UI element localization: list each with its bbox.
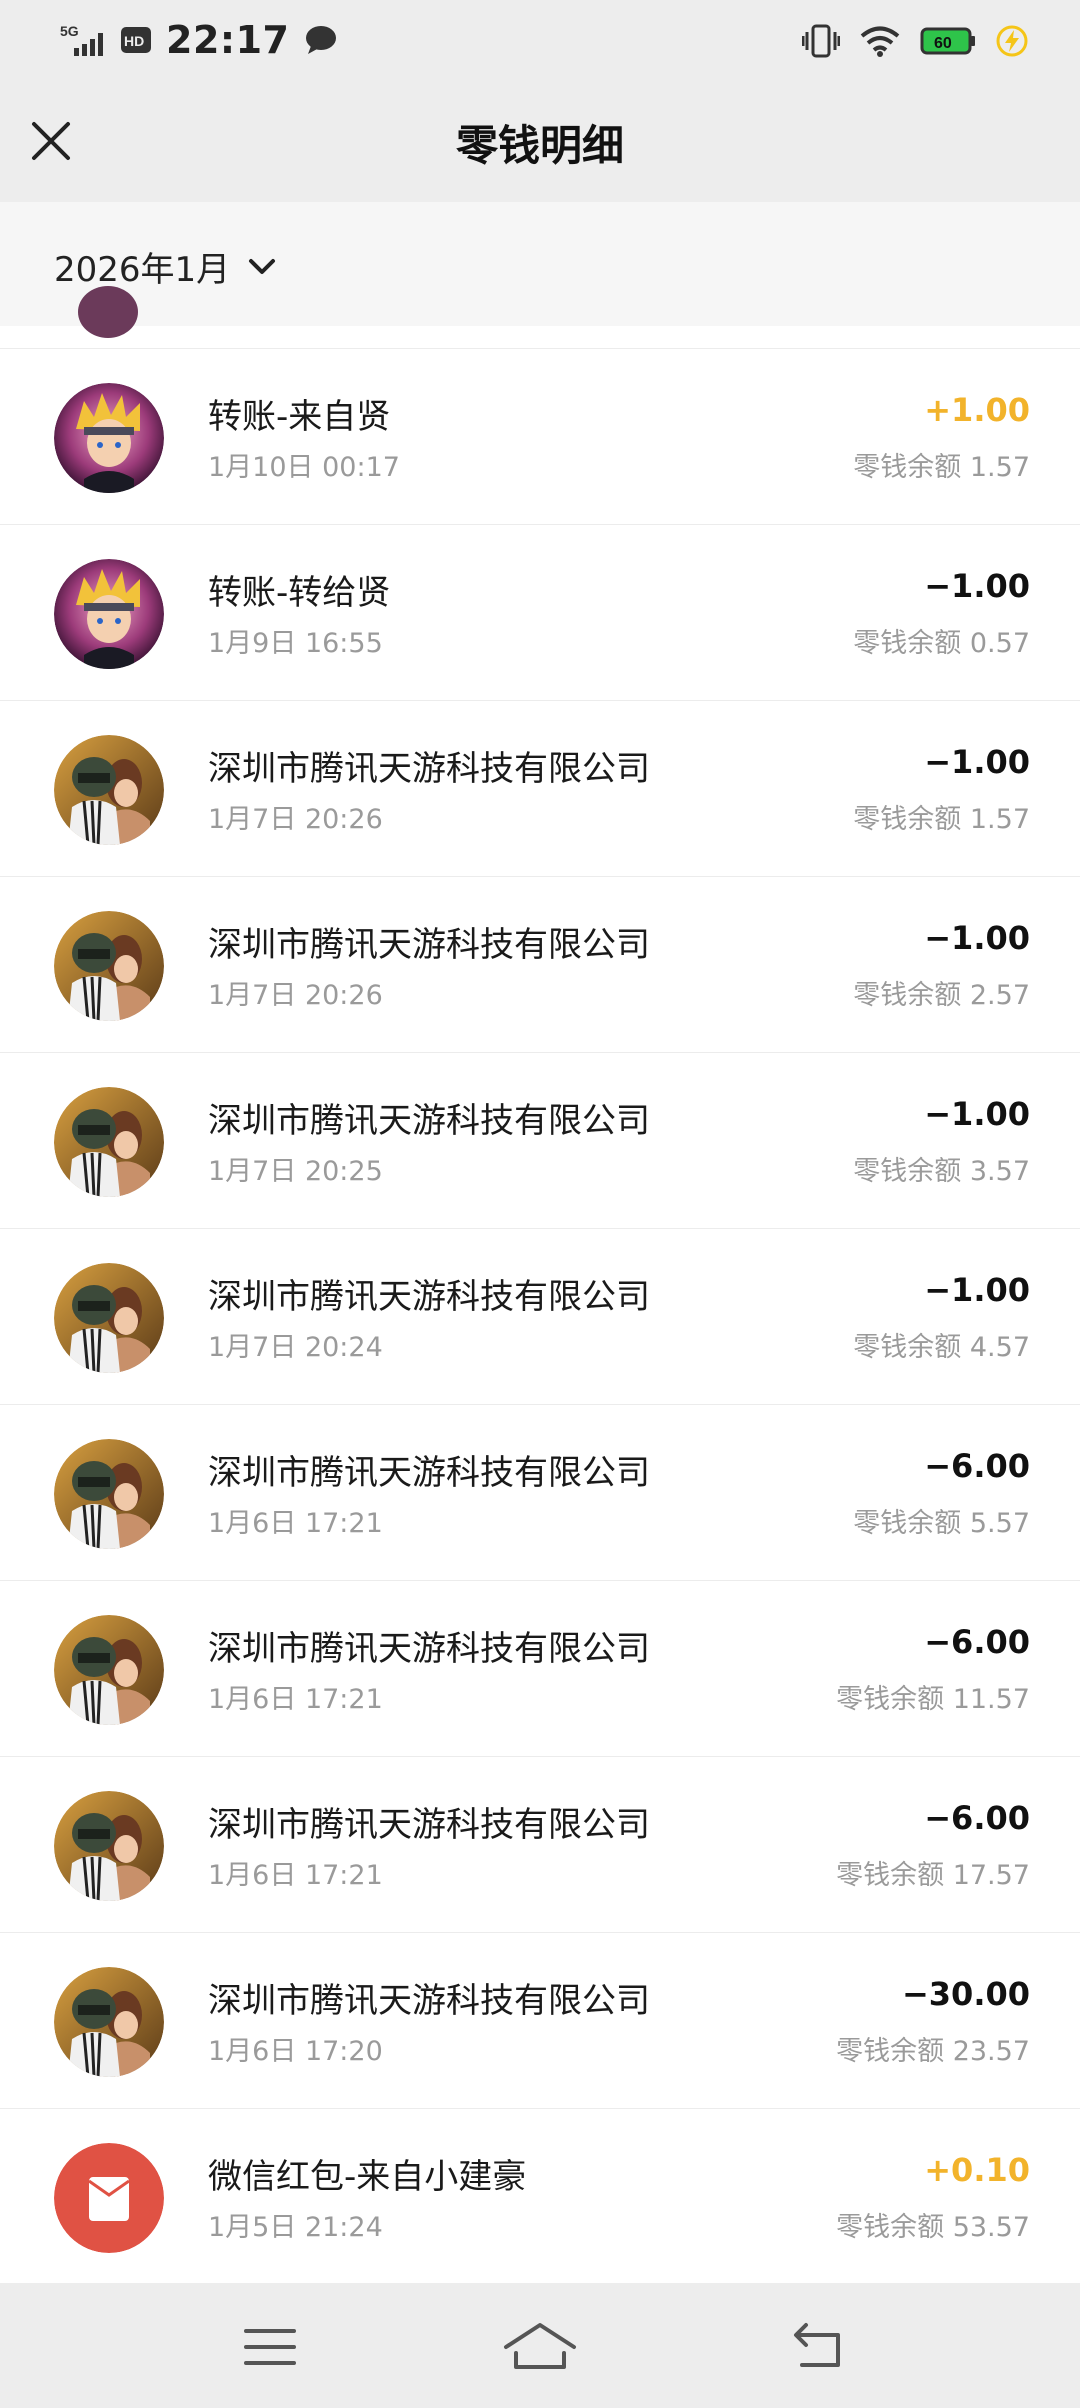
list-item-partial[interactable] (0, 286, 1080, 349)
recent-apps-button[interactable] (240, 2319, 300, 2375)
transaction-row[interactable]: 微信红包-来自小建豪 1月5日 21:24 +0.10 零钱余额 53.57 (0, 2109, 1080, 2285)
balance-after: 零钱余额 0.57 (853, 628, 1030, 659)
red-packet-icon (54, 2143, 164, 2253)
transaction-title: 深圳市腾讯天游科技有限公司 (208, 1453, 650, 1493)
signal-5g-icon: 5G (60, 23, 103, 56)
system-nav-bar (0, 2283, 1080, 2408)
chevron-down-icon (249, 258, 276, 274)
transaction-amount: −1.00 (924, 567, 1030, 605)
transaction-time: 1月7日 20:26 (208, 980, 383, 1011)
transaction-title: 深圳市腾讯天游科技有限公司 (208, 1629, 650, 1669)
transaction-amount: −6.00 (924, 1447, 1030, 1485)
transaction-amount: −6.00 (924, 1623, 1030, 1661)
transaction-amount: +0.10 (924, 2151, 1030, 2189)
status-left: 5G HD 22:17 (60, 18, 339, 62)
game-avatar-icon (54, 1087, 164, 1197)
anime-avatar-icon (54, 559, 164, 669)
month-label: 2026年1月 (54, 250, 231, 290)
transaction-row[interactable]: 深圳市腾讯天游科技有限公司 1月7日 20:26 −1.00 零钱余额 1.57 (0, 701, 1080, 877)
month-filter-bar: 2026年1月 (0, 202, 1080, 326)
transaction-row[interactable]: 深圳市腾讯天游科技有限公司 1月6日 17:21 −6.00 零钱余额 17.57 (0, 1757, 1080, 1933)
svg-text:5G: 5G (60, 23, 79, 39)
transaction-row[interactable]: 转账-来自贤 1月10日 00:17 +1.00 零钱余额 1.57 (0, 349, 1080, 525)
transaction-amount: −30.00 (901, 1975, 1030, 2013)
menu-icon (244, 2329, 296, 2365)
hd-icon: HD (121, 27, 151, 53)
balance-after: 零钱余额 5.57 (853, 1508, 1030, 1539)
transaction-title: 转账-转给贤 (208, 573, 391, 613)
transaction-time: 1月9日 16:55 (208, 628, 383, 659)
transaction-row[interactable]: 深圳市腾讯天游科技有限公司 1月7日 20:26 −1.00 零钱余额 2.57 (0, 877, 1080, 1053)
transaction-row[interactable]: 深圳市腾讯天游科技有限公司 1月7日 20:25 −1.00 零钱余额 3.57 (0, 1053, 1080, 1229)
balance-after: 零钱余额 1.57 (853, 452, 1030, 483)
transaction-row[interactable]: 深圳市腾讯天游科技有限公司 1月6日 17:20 −30.00 零钱余额 23.57 (0, 1933, 1080, 2109)
balance-after: 零钱余额 17.57 (836, 1860, 1030, 1891)
svg-text:60: 60 (934, 35, 952, 52)
balance-after: 零钱余额 23.57 (836, 2036, 1030, 2067)
transaction-title: 深圳市腾讯天游科技有限公司 (208, 1805, 650, 1845)
transaction-list: 转账-来自贤 1月10日 00:17 +1.00 零钱余额 1.57 转账-转给贤 1月9… (0, 349, 1080, 2285)
back-icon (794, 2323, 840, 2367)
status-bar: 5G HD 22:17 60 (0, 0, 1080, 84)
transaction-row[interactable]: 深圳市腾讯天游科技有限公司 1月7日 20:24 −1.00 零钱余额 4.57 (0, 1229, 1080, 1405)
transaction-time: 1月6日 17:21 (208, 1860, 383, 1891)
wifi-icon (860, 26, 900, 57)
balance-after: 零钱余额 2.57 (853, 980, 1030, 1011)
page-title: 零钱明细 (455, 121, 624, 170)
svg-text:HD: HD (124, 33, 144, 49)
charging-bolt-icon (996, 25, 1028, 57)
transaction-time: 1月6日 17:21 (208, 1508, 383, 1539)
month-selector[interactable]: 2026年1月 (54, 242, 276, 291)
transaction-time: 1月10日 00:17 (208, 452, 400, 483)
anime-avatar-icon (54, 383, 164, 493)
status-time: 22:17 (166, 18, 290, 62)
transaction-time: 1月5日 21:24 (208, 2212, 383, 2243)
transaction-row[interactable]: 深圳市腾讯天游科技有限公司 1月6日 17:21 −6.00 零钱余额 5.57 (0, 1405, 1080, 1581)
vibrate-icon (802, 24, 840, 58)
transaction-amount: −1.00 (924, 1271, 1030, 1309)
transaction-row[interactable]: 转账-转给贤 1月9日 16:55 −1.00 零钱余额 0.57 (0, 525, 1080, 701)
transaction-amount: −1.00 (924, 743, 1030, 781)
transaction-time: 1月7日 20:24 (208, 1332, 383, 1363)
balance-after: 零钱余额 11.57 (836, 1684, 1030, 1715)
transaction-title: 深圳市腾讯天游科技有限公司 (208, 749, 650, 789)
battery-icon: 60 (920, 27, 975, 55)
transaction-time: 1月7日 20:25 (208, 1156, 383, 1187)
transaction-title: 微信红包-来自小建豪 (208, 2157, 527, 2197)
avatar (78, 286, 138, 338)
transaction-title: 深圳市腾讯天游科技有限公司 (208, 1101, 650, 1141)
home-button[interactable] (500, 2319, 580, 2375)
transaction-title: 深圳市腾讯天游科技有限公司 (208, 1981, 650, 2021)
game-avatar-icon (54, 911, 164, 1021)
nav-bar: 零钱明细 (0, 84, 1080, 202)
transaction-amount: −1.00 (924, 1095, 1030, 1133)
transaction-time: 1月6日 17:20 (208, 2036, 383, 2067)
game-avatar-icon (54, 1791, 164, 1901)
back-button[interactable] (790, 2319, 850, 2375)
balance-after: 零钱余额 3.57 (853, 1156, 1030, 1187)
game-avatar-icon (54, 1263, 164, 1373)
message-bubble-icon (306, 26, 337, 54)
balance-after: 零钱余额 53.57 (836, 2212, 1030, 2243)
transaction-title: 深圳市腾讯天游科技有限公司 (208, 925, 650, 965)
transaction-amount: +1.00 (924, 391, 1030, 429)
balance-after: 零钱余额 1.57 (853, 804, 1030, 835)
game-avatar-icon (54, 1615, 164, 1725)
status-right: 60 (802, 24, 1028, 58)
transaction-row[interactable]: 深圳市腾讯天游科技有限公司 1月6日 17:21 −6.00 零钱余额 11.57 (0, 1581, 1080, 1757)
game-avatar-icon (54, 1967, 164, 2077)
transaction-title: 深圳市腾讯天游科技有限公司 (208, 1277, 650, 1317)
home-icon (504, 2323, 576, 2369)
transaction-title: 转账-来自贤 (208, 397, 391, 437)
game-avatar-icon (54, 1439, 164, 1549)
game-avatar-icon (54, 735, 164, 845)
balance-after: 零钱余额 4.57 (853, 1332, 1030, 1363)
transaction-time: 1月7日 20:26 (208, 804, 383, 835)
transaction-amount: −6.00 (924, 1799, 1030, 1837)
transaction-amount: −1.00 (924, 919, 1030, 957)
transaction-time: 1月6日 17:21 (208, 1684, 383, 1715)
